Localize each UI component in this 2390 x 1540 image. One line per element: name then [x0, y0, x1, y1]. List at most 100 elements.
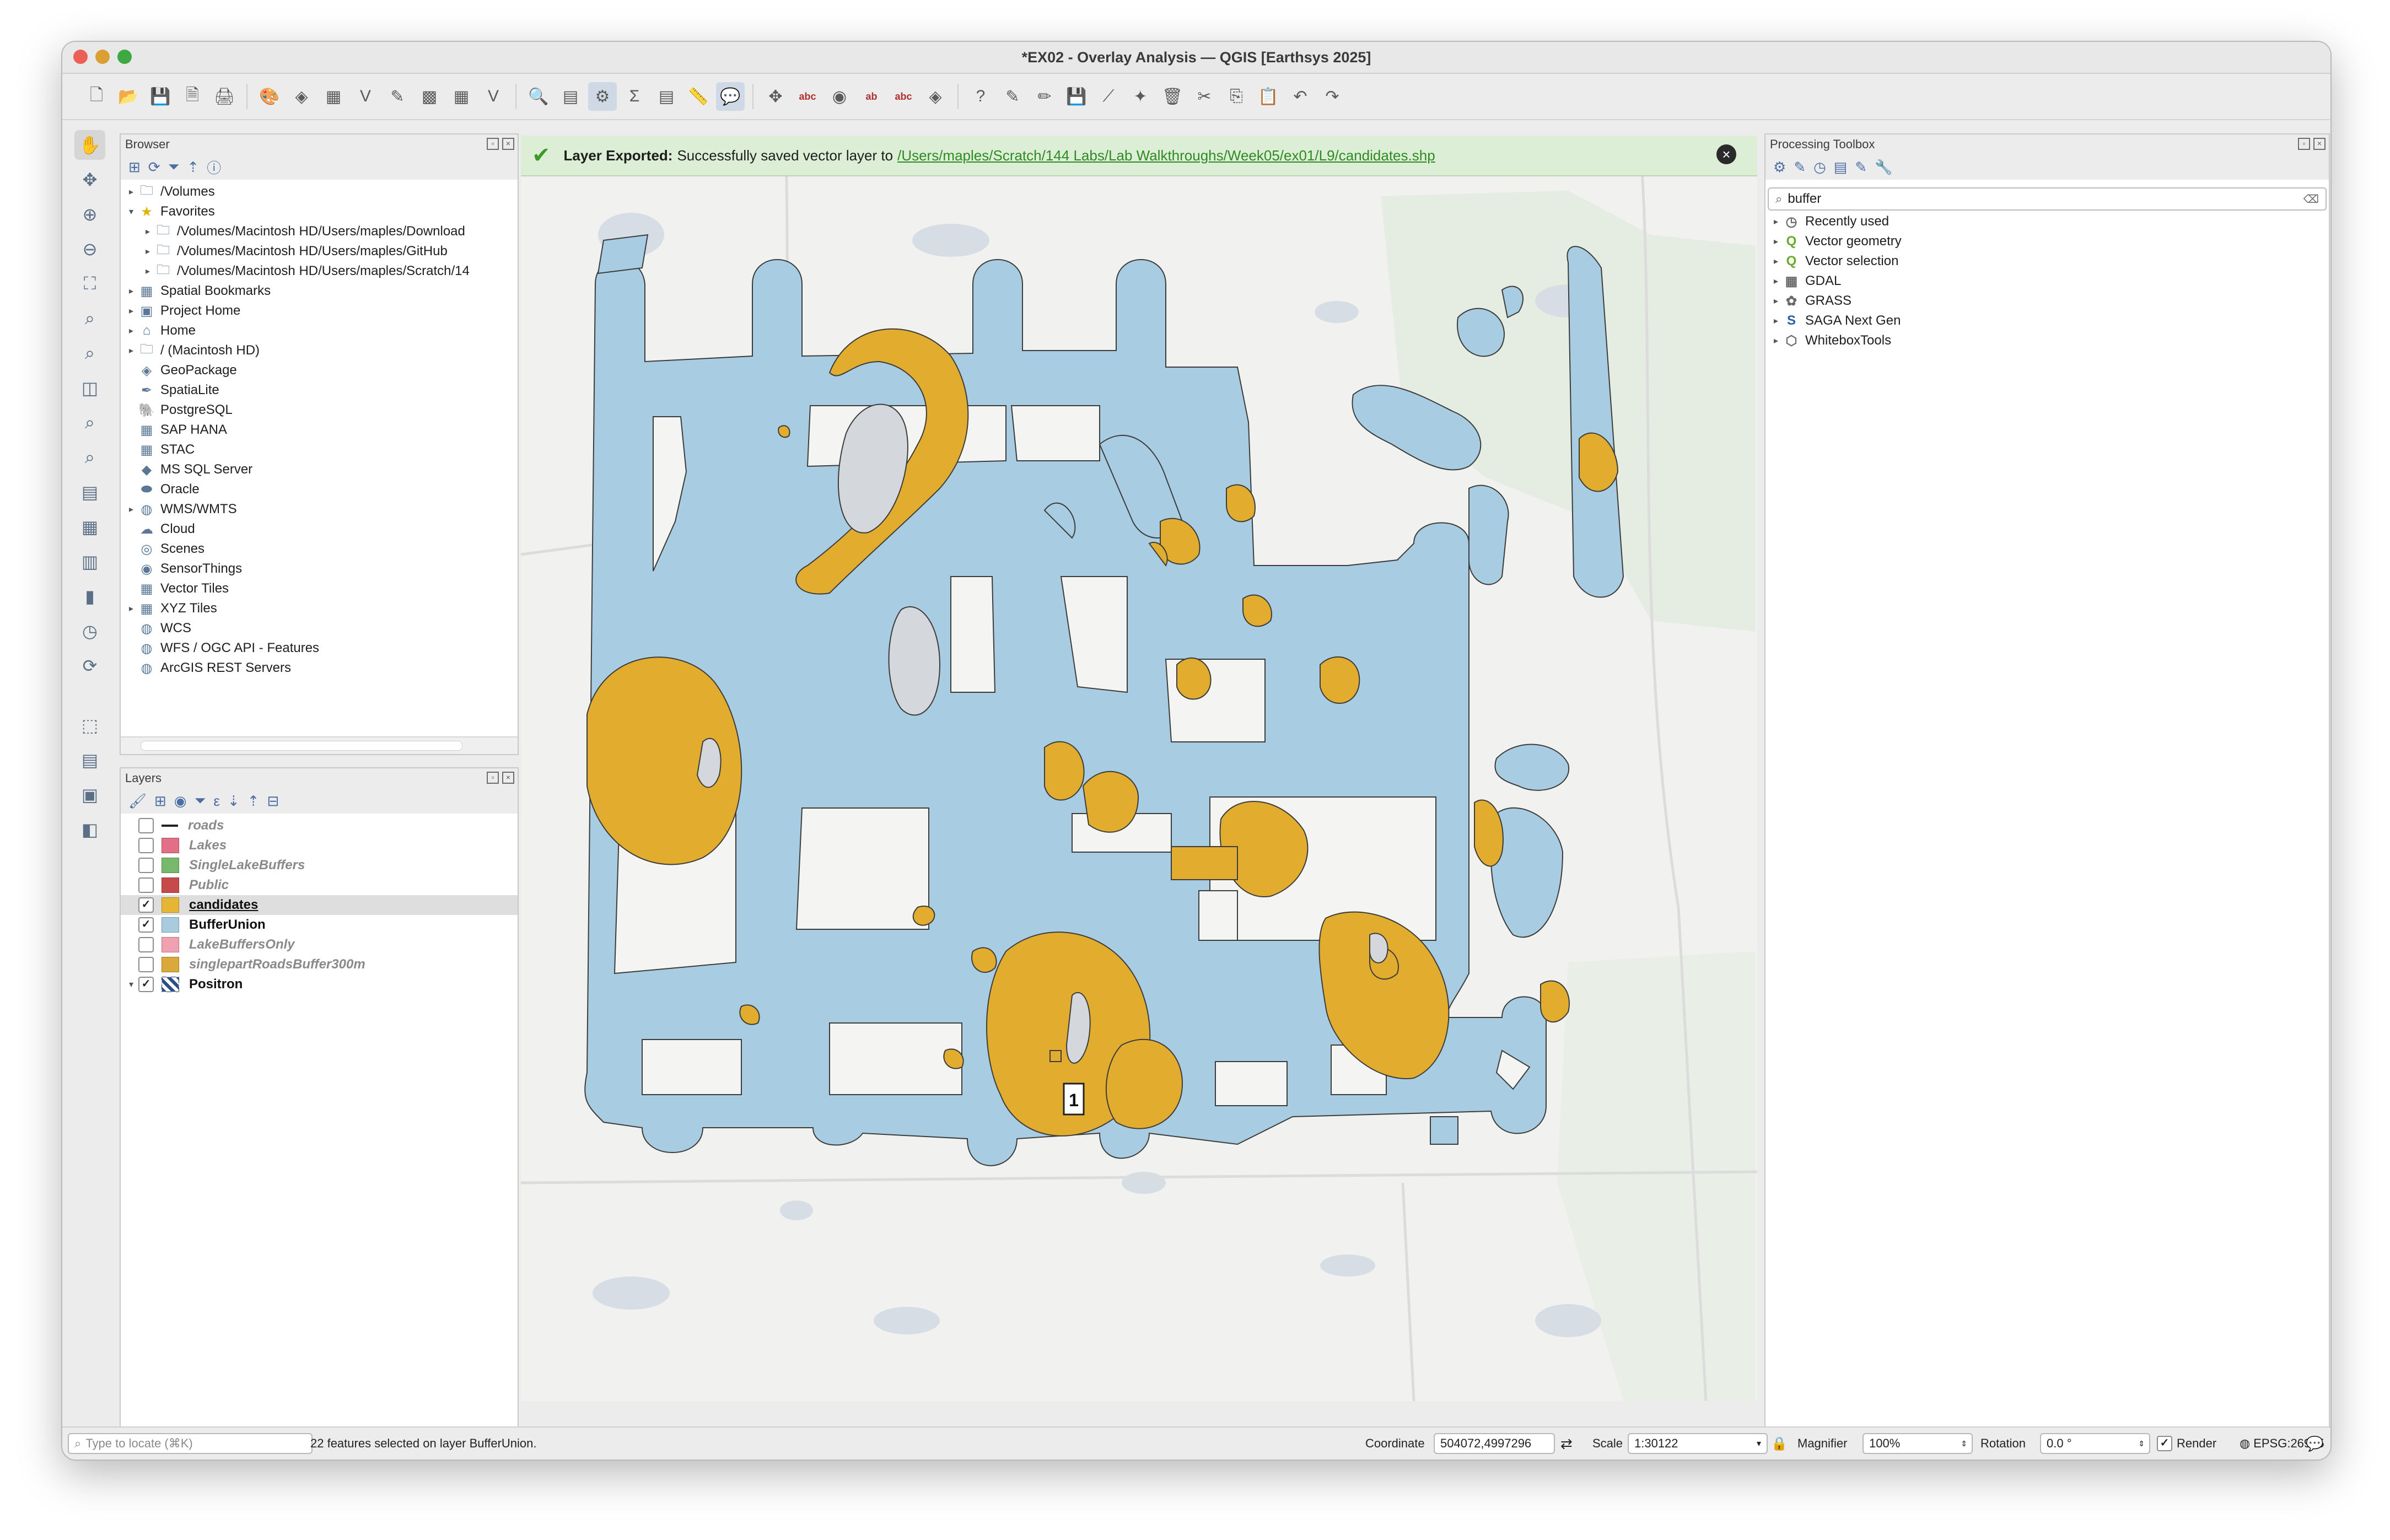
add-feature-icon[interactable]: ⟋ [1094, 82, 1123, 111]
new-project-icon[interactable]: 🗋 [82, 82, 111, 111]
add-group-icon[interactable]: ⊞ [154, 793, 166, 810]
select-by-value-icon[interactable]: ▤ [74, 745, 105, 775]
browser-item[interactable]: ▸ ◍ WMS/WMTS [121, 499, 518, 519]
map-svg[interactable]: 1 [521, 136, 1757, 1401]
undo-icon[interactable]: ↶ [1286, 82, 1315, 111]
browser-item[interactable]: ▸ 🗀 /Volumes/Macintosh HD/Users/maples/Scr… [121, 261, 518, 281]
locate-input[interactable]: ⌕ Type to locate (⌘K) [68, 1433, 313, 1454]
toolbox-provider-item[interactable]: ▸ Q Vector selection [1765, 251, 2329, 271]
browser-item[interactable]: ▦ SAP HANA [121, 420, 518, 440]
history-icon[interactable]: ◷ [1813, 159, 1826, 176]
maximize-window-button[interactable] [117, 50, 132, 64]
identify-icon[interactable]: 🔍 [524, 82, 553, 111]
remove-layer-icon[interactable]: ⊟ [267, 793, 279, 810]
render-checkbox[interactable]: ✓ [2157, 1436, 2172, 1451]
expand-caret-icon[interactable]: ▸ [141, 246, 155, 257]
style-manager-icon[interactable]: 🎨 [255, 82, 284, 111]
save-edits-icon[interactable]: 💾 [1062, 82, 1091, 111]
label-properties-icon[interactable]: ◈ [921, 82, 950, 111]
map-tips-icon[interactable]: 💬 [716, 82, 745, 111]
info-icon[interactable]: ⓘ [207, 157, 221, 177]
vertex-icon[interactable]: ✦ [1126, 82, 1155, 111]
refresh-icon[interactable]: ⟳ [148, 159, 160, 176]
expand-caret-icon[interactable]: ▸ [1769, 335, 1783, 346]
expand-caret-icon[interactable]: ▸ [141, 226, 155, 237]
add-geopackage-icon[interactable]: ▩ [415, 82, 444, 111]
add-spatialite-icon[interactable]: ✎ [383, 82, 412, 111]
browser-item[interactable]: ▸ 🗀 /Volumes/Macintosh HD/Users/maples/Git… [121, 241, 518, 261]
browser-item[interactable]: ▸ 🗀 / (Macintosh HD) [121, 341, 518, 360]
browser-item[interactable]: ▾ ★ Favorites [121, 202, 518, 222]
zoom-next-icon[interactable]: ⌕ [74, 443, 105, 472]
browser-item[interactable]: ◉ SensorThings [121, 559, 518, 579]
open-project-icon[interactable]: 📂 [114, 82, 143, 111]
label-rules-icon[interactable]: abc [889, 82, 918, 111]
zoom-layer-icon[interactable]: ⌕ [74, 338, 105, 368]
browser-item[interactable]: ◍ WFS / OGC API - Features [121, 638, 518, 658]
add-raster-icon[interactable]: ▦ [319, 82, 348, 111]
toolbox-provider-item[interactable]: ▸ ⬡ WhiteboxTools [1765, 331, 2329, 351]
layer-visibility-checkbox[interactable]: ✓ [138, 977, 154, 992]
python-console-icon[interactable]: ? [966, 82, 995, 111]
layer-item[interactable]: Lakes [121, 836, 518, 855]
add-delimited-icon[interactable]: V [351, 82, 380, 111]
layer-item[interactable]: ✓ BufferUnion [121, 915, 518, 935]
save-project-icon[interactable]: 💾 [146, 82, 175, 111]
select-icon[interactable]: ✥ [761, 82, 790, 111]
results-viewer-icon[interactable]: ▤ [1834, 159, 1848, 176]
layer-visibility-checkbox[interactable] [138, 877, 154, 893]
save-as-icon[interactable]: 🗎 [178, 82, 207, 111]
minimize-window-button[interactable] [95, 50, 110, 64]
layer-visibility-checkbox[interactable] [138, 818, 154, 833]
show-bookmarks-icon[interactable]: ▦ [74, 512, 105, 542]
browser-item[interactable]: ▸ 🗀 /Volumes [121, 182, 518, 202]
label-style-icon[interactable]: ab [857, 82, 886, 111]
close-message-icon[interactable]: × [1716, 144, 1736, 164]
toolbox-provider-item[interactable]: ▸ ▦ GDAL [1765, 271, 2329, 291]
expand-caret-icon[interactable]: ▸ [1769, 236, 1783, 247]
expand-caret-icon[interactable]: ▸ [124, 305, 138, 316]
browser-item[interactable]: ◍ WCS [121, 618, 518, 638]
new-bookmark-icon[interactable]: ▤ [74, 477, 105, 507]
toolbox-provider-item[interactable]: ▸ ✿ GRASS [1765, 291, 2329, 311]
refresh-icon[interactable]: ⟳ [74, 651, 105, 681]
zoom-in-icon[interactable]: ⊕ [74, 200, 105, 229]
browser-item[interactable]: ◍ ArcGIS REST Servers [121, 658, 518, 678]
label-pin-icon[interactable]: ◉ [825, 82, 854, 111]
toolbox-search[interactable]: ⌕ buffer ⌫ [1768, 187, 2327, 211]
scripts-icon[interactable]: ✎ [1794, 159, 1806, 176]
edit-features-in-place-icon[interactable]: ✎ [1855, 159, 1867, 176]
add-layer-icon[interactable]: ⊞ [128, 159, 141, 176]
layer-visibility-checkbox[interactable] [138, 838, 154, 853]
options-icon[interactable]: 🔧 [1875, 159, 1892, 176]
processing-toolbox-icon[interactable]: ⚙ [588, 82, 617, 111]
toolbox-provider-item[interactable]: ▸ Q Vector geometry [1765, 231, 2329, 251]
open-table-icon[interactable]: ▤ [652, 82, 681, 111]
toolbox-provider-item[interactable]: ▸ ◷ Recently used [1765, 212, 2329, 231]
float-panel-icon[interactable]: ▫ [2298, 138, 2310, 150]
expand-caret-icon[interactable]: ▸ [1769, 295, 1783, 306]
decorations-icon[interactable]: ▮ [74, 581, 105, 611]
browser-item[interactable]: ▸ 🗀 /Volumes/Macintosh HD/Users/maples/Dow… [121, 222, 518, 241]
close-panel-icon[interactable]: × [502, 138, 514, 150]
expand-caret-icon[interactable]: ▸ [124, 504, 138, 515]
label-icon[interactable]: abc [793, 82, 822, 111]
digitize-icon[interactable]: ✎ [998, 82, 1027, 111]
browser-item[interactable]: ▦ STAC [121, 440, 518, 460]
add-wms-icon[interactable]: ▦ [447, 82, 476, 111]
models-icon[interactable]: ⚙ [1773, 159, 1786, 176]
expand-caret-icon[interactable]: ▸ [1769, 276, 1783, 287]
cut-icon[interactable]: ✂ [1190, 82, 1219, 111]
expand-caret-icon[interactable]: ▸ [124, 603, 138, 614]
map-label-marker[interactable]: 1 [1063, 1083, 1085, 1116]
filter-expression-icon[interactable]: ε [213, 793, 220, 810]
expand-caret-icon[interactable]: ▾ [124, 979, 138, 990]
layer-item[interactable]: LakeBuffersOnly [121, 935, 518, 955]
close-panel-icon[interactable]: × [502, 772, 514, 784]
browser-item[interactable]: ☁ Cloud [121, 519, 518, 539]
select-location-icon[interactable]: ◧ [74, 815, 105, 844]
browser-item[interactable]: ◎ Scenes [121, 539, 518, 559]
add-wfs-icon[interactable]: V [479, 82, 508, 111]
collapse-all-icon[interactable]: ⇡ [187, 159, 199, 176]
browser-item[interactable]: ▸ ▦ Spatial Bookmarks [121, 281, 518, 301]
